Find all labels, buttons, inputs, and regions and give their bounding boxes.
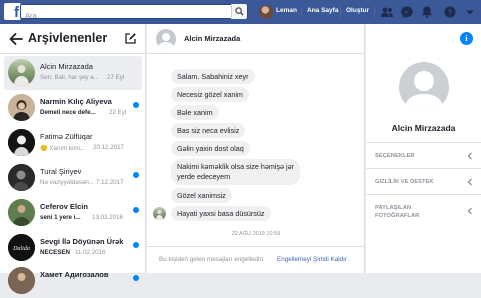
message-bubble: Nakimi kəməklik olsa size həmişə jər yer… xyxy=(171,159,301,185)
svg-text:?: ? xyxy=(448,10,452,17)
contact-avatar: Dalida xyxy=(8,234,35,261)
conversation-item[interactable]: Narmin Kılıç Aliyeva Demeli nece defe...… xyxy=(0,91,146,125)
message-date: 13.03.2016 xyxy=(92,214,123,221)
message-snippet: Sen: Bali, har şey a... xyxy=(40,74,99,81)
nav-divider xyxy=(340,6,341,18)
contact-name: Хамет Адигозалов xyxy=(40,270,109,279)
contact-name: Tural Şiriyev xyxy=(40,167,82,176)
user-avatar[interactable] xyxy=(259,5,273,19)
privacy-support-section[interactable]: GİZLİLİK VE DESTEK xyxy=(366,168,481,194)
archived-title: Arşivlenenler xyxy=(28,31,108,45)
search-button[interactable] xyxy=(231,4,247,19)
chat-panel: Alcin Mirzazada Salam. Sabahiniz xeyr Ne… xyxy=(147,24,365,273)
message-date: 7.12.2017 xyxy=(96,179,124,186)
conversation-item[interactable]: Fatimə Zülfüqar 🙂 Xanım kimi... 20.12.20… xyxy=(0,126,146,160)
message-bubble: Salam. Sabahiniz xeyr xyxy=(171,69,255,84)
message-date: 11.02.2016 xyxy=(75,249,106,256)
contact-name: Fatimə Zülfüqar xyxy=(40,132,93,141)
contact-avatar xyxy=(8,267,35,294)
message-snippet: seni 1 yere i... xyxy=(40,214,81,221)
conversation-item[interactable]: Dalida Sevgi İlə Döyünən Ürək NECESEN 11… xyxy=(0,231,146,265)
info-icon[interactable]: i xyxy=(460,32,473,45)
unblock-link[interactable]: Engellemeyi Şimdi Kaldır xyxy=(277,256,347,263)
conversation-item[interactable]: Хамет Адигозалов xyxy=(0,264,146,298)
section-label: GİZLİLİK VE DESTEK xyxy=(375,179,434,185)
contact-avatar xyxy=(8,129,35,156)
chat-header: Alcin Mirzazada xyxy=(147,24,365,54)
contact-name: Sevgi İlə Döyünən Ürək xyxy=(40,237,124,246)
profile-link[interactable]: Leman xyxy=(276,7,297,14)
sender-avatar xyxy=(153,207,166,220)
contact-avatar[interactable] xyxy=(156,29,176,49)
section-label: PAYLAŞILAN FOTOĞRAFLAR xyxy=(375,205,420,219)
chevron-left-icon xyxy=(467,207,472,215)
contact-avatar xyxy=(8,94,35,121)
contact-avatar xyxy=(8,199,35,226)
unread-indicator xyxy=(133,172,139,178)
section-label: SEÇENEKLER xyxy=(375,153,415,159)
chat-contact-name[interactable]: Alcin Mirzazada xyxy=(184,34,240,43)
home-link[interactable]: Ana Sayfa xyxy=(307,7,338,14)
profile-info-panel: i Alcin Mirzazada SEÇENEKLER GİZLİLİK VE… xyxy=(366,24,481,273)
shared-photos-section[interactable]: PAYLAŞILAN FOTOĞRAFLAR xyxy=(366,194,481,226)
friend-requests-icon[interactable] xyxy=(380,5,394,19)
profile-name[interactable]: Alcin Mirzazada xyxy=(366,123,481,133)
message-snippet: Nə vəziyyətdəsən... xyxy=(40,179,94,186)
message-bubble: Gəlin yaxin dost olaq xyxy=(171,141,250,156)
message-bubble: Necesiz gözel xanim xyxy=(171,87,249,102)
message-date: 20.12.2017 xyxy=(93,144,124,151)
messenger-icon[interactable] xyxy=(400,5,414,19)
profile-avatar[interactable] xyxy=(399,62,449,112)
conversation-item[interactable]: Tural Şiriyev Nə vəziyyətdəsən... 7.12.2… xyxy=(0,161,146,195)
conversation-item[interactable]: Ceferov Elcin seni 1 yere i... 13.03.201… xyxy=(0,196,146,230)
message-snippet: 🙂 Xanım kimi... xyxy=(40,145,86,152)
unread-indicator xyxy=(133,207,139,213)
nav-divider xyxy=(301,6,302,18)
blocked-notice: Bu kişiden gelen mesajları engelledin. xyxy=(159,256,265,263)
svg-text:Dalida: Dalida xyxy=(12,246,30,252)
contact-name: Ceferov Elcin xyxy=(40,202,88,211)
archived-header: Arşivlenenler xyxy=(0,24,146,54)
message-snippet: Demeli nece defe... xyxy=(40,109,96,116)
message-bubble: Hayati yaxsi basa düsürsüz xyxy=(171,206,271,221)
options-section[interactable]: SEÇENEKLER xyxy=(366,142,481,168)
chevron-left-icon xyxy=(467,178,472,186)
contact-name: Narmin Kılıç Aliyeva xyxy=(40,97,112,106)
unread-indicator xyxy=(133,102,139,108)
message-bubble: Bas siz neca evlisiz xyxy=(171,123,246,138)
back-arrow-icon[interactable] xyxy=(9,33,23,45)
conversation-item[interactable]: Alcin Mirzazada Sen: Bali, har şey a... … xyxy=(4,56,142,90)
unread-indicator xyxy=(133,242,139,248)
facebook-logo[interactable]: f xyxy=(4,3,21,21)
message-bubble: Bəle xanim xyxy=(171,105,219,120)
message-snippet: NECESEN xyxy=(40,249,70,256)
archived-conversations-panel: Arşivlenenler Alcin Mirzazada Sen: Bali,… xyxy=(0,24,146,294)
new-message-icon[interactable] xyxy=(124,32,137,45)
chevron-left-icon xyxy=(467,152,472,160)
create-link[interactable]: Oluştur xyxy=(346,7,369,14)
notifications-icon[interactable] xyxy=(420,5,434,19)
unread-indicator xyxy=(133,275,139,281)
message-date: 22 Eyl xyxy=(109,109,127,116)
search-box xyxy=(20,4,248,22)
message-bubble: Gözel xanimsiz xyxy=(171,188,232,203)
blocked-notice-bar: Bu kişiden gelen mesajları engelledin. E… xyxy=(147,246,365,273)
nav-divider xyxy=(374,6,375,18)
search-input[interactable] xyxy=(21,9,221,22)
contact-avatar xyxy=(8,164,35,191)
contact-avatar xyxy=(8,59,35,86)
message-timestamp: 22 AĞU 2019 10:59 xyxy=(231,231,281,237)
message-date: 27 Eyl xyxy=(107,74,125,81)
account-menu-icon[interactable] xyxy=(463,5,477,19)
contact-name: Alcin Mirzazada xyxy=(40,62,93,71)
help-icon[interactable]: ? xyxy=(443,5,457,19)
top-navigation-bar: f Leman Ana Sayfa Oluştur ? xyxy=(0,0,481,24)
search-icon xyxy=(235,7,244,16)
